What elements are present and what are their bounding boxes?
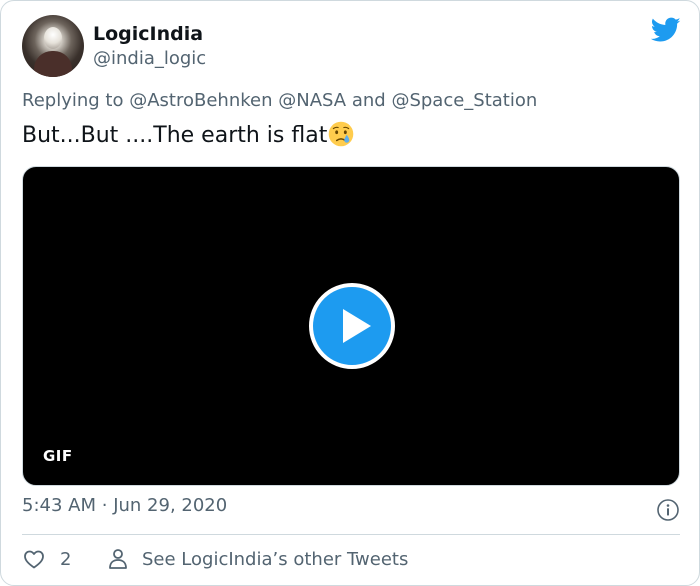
tweet-date: Jun 29, 2020 bbox=[113, 495, 228, 516]
mention-nasa[interactable]: @NASA bbox=[278, 90, 346, 111]
gif-media-player[interactable]: GIF bbox=[22, 166, 680, 486]
author-handle[interactable]: @india_logic bbox=[93, 48, 206, 69]
tweet-time: 5:43 AM bbox=[22, 495, 96, 516]
author-display-name[interactable]: LogicIndia bbox=[93, 23, 203, 45]
replying-to-conjunction: and bbox=[351, 90, 386, 111]
twitter-bird-icon[interactable] bbox=[651, 17, 681, 43]
see-other-tweets-label: See LogicIndia’s other Tweets bbox=[142, 548, 409, 570]
person-icon bbox=[109, 549, 127, 569]
like-button[interactable]: 2 bbox=[22, 547, 71, 571]
replying-to-line: Replying to @AstroBehnken @NASA and @Spa… bbox=[22, 90, 537, 111]
tweet-timestamp[interactable]: 5:43 AM · Jun 29, 2020 bbox=[22, 495, 227, 516]
replying-to-prefix: Replying to bbox=[22, 90, 124, 111]
crying-face-icon bbox=[329, 121, 354, 147]
mention-astrobehnken[interactable]: @AstroBehnken bbox=[129, 90, 272, 111]
gif-badge: GIF bbox=[43, 447, 73, 465]
divider bbox=[22, 534, 680, 535]
tweet-card: LogicIndia @india_logic Replying to @Ast… bbox=[0, 0, 700, 586]
play-button[interactable] bbox=[309, 283, 395, 369]
avatar-shoulders bbox=[34, 51, 72, 77]
mention-space-station[interactable]: @Space_Station bbox=[391, 90, 537, 111]
like-count: 2 bbox=[60, 548, 72, 570]
tweet-text-body: But...But ....The earth is flat bbox=[22, 123, 328, 148]
avatar[interactable] bbox=[22, 15, 84, 77]
see-other-tweets-link[interactable]: See LogicIndia’s other Tweets bbox=[107, 547, 408, 571]
info-icon[interactable] bbox=[656, 498, 680, 522]
tweet-text: But...But ....The earth is flat bbox=[22, 121, 354, 148]
heart-icon bbox=[24, 550, 44, 569]
play-icon bbox=[343, 309, 371, 343]
timestamp-separator: · bbox=[101, 495, 108, 516]
avatar-head bbox=[44, 27, 62, 49]
